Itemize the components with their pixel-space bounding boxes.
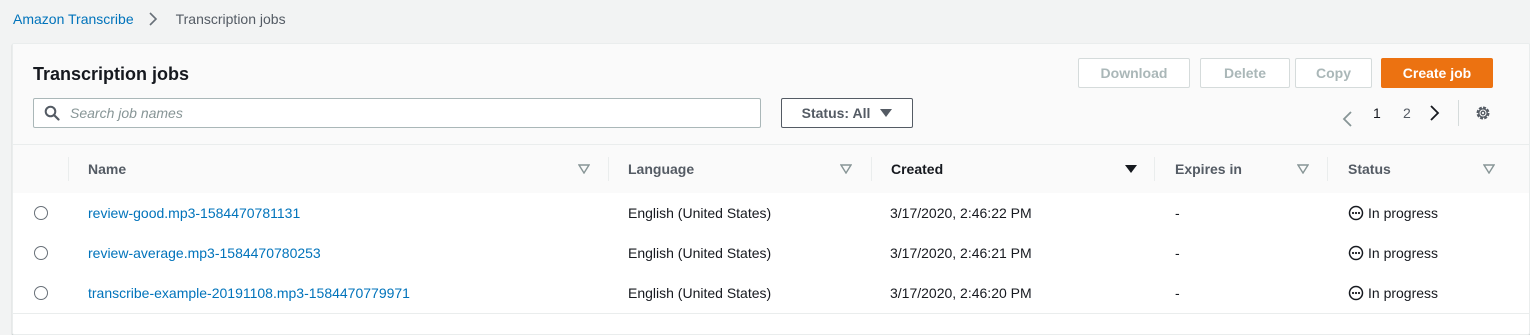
download-button[interactable]: Download [1078,58,1190,88]
sort-caret-icon [1483,164,1495,174]
job-name-link[interactable]: review-good.mp3-1584470781131 [88,193,300,233]
status-label: In progress [1368,205,1439,221]
job-language: English (United States) [628,245,772,261]
in-progress-icon [1348,245,1364,261]
column-label: Status [1348,161,1391,177]
search-icon [44,105,60,121]
column-header-language[interactable]: Language [628,145,871,193]
pager-divider [1458,100,1459,126]
delete-button[interactable]: Delete [1200,58,1290,88]
page-2-button[interactable]: 2 [1403,105,1411,121]
sort-caret-icon [1297,164,1309,174]
search-field[interactable] [33,98,761,128]
row-select-radio[interactable] [34,286,48,300]
jobs-panel: Transcription jobs Download Delete Copy … [12,43,1530,335]
row-select-radio[interactable] [34,246,48,260]
settings-gear-icon[interactable] [1474,104,1492,122]
caret-down-icon [880,109,893,117]
panel-header: Transcription jobs Download Delete Copy … [13,44,1529,145]
job-created: 3/17/2020, 2:46:20 PM [890,285,1032,301]
job-expires: - [1175,205,1180,221]
copy-button[interactable]: Copy [1295,58,1372,88]
breadcrumb: Amazon Transcribe Transcription jobs [13,10,286,28]
job-language: English (United States) [628,205,772,221]
job-status: In progress [1348,193,1438,233]
column-divider [1154,157,1155,181]
table-header: Name Language Created Expires in Status [13,145,1529,194]
page-title: Transcription jobs [33,64,190,84]
job-name-link[interactable]: review-average.mp3-1584470780253 [88,233,321,273]
column-label: Name [88,161,127,177]
column-header-expires[interactable]: Expires in [1175,145,1327,193]
column-header-name[interactable]: Name [88,145,608,193]
breadcrumb-current: Transcription jobs [175,11,286,27]
table-row[interactable]: review-average.mp3-1584470780253 English… [13,233,1529,274]
status-filter-label: Status: All [801,105,871,121]
column-divider [1327,157,1328,181]
breadcrumb-service-link[interactable]: Amazon Transcribe [13,11,134,27]
search-input[interactable] [68,104,732,122]
status-filter-dropdown[interactable]: Status: All [781,98,913,128]
column-label: Language [628,161,695,177]
job-status: In progress [1348,273,1438,313]
column-divider [68,157,69,181]
in-progress-icon [1348,205,1364,221]
job-created: 3/17/2020, 2:46:22 PM [890,205,1032,221]
job-status: In progress [1348,233,1438,273]
table-row[interactable]: review-good.mp3-1584470781131 English (U… [13,193,1529,234]
job-expires: - [1175,245,1180,261]
chevron-left-icon[interactable] [1341,104,1355,134]
table-row[interactable]: transcribe-example-20191108.mp3-15844707… [13,273,1529,314]
sort-caret-icon [840,164,852,174]
job-language: English (United States) [628,285,772,301]
job-name-link[interactable]: transcribe-example-20191108.mp3-15844707… [88,273,410,313]
chevron-right-icon [149,12,157,26]
column-header-created[interactable]: Created [891,145,1154,193]
status-label: In progress [1368,245,1439,261]
row-select-radio[interactable] [34,206,48,220]
in-progress-icon [1348,285,1364,301]
page-1-button[interactable]: 1 [1373,105,1381,121]
sort-caret-icon [1125,165,1137,173]
column-divider [871,157,872,181]
create-job-button[interactable]: Create job [1381,58,1493,88]
column-divider [608,157,609,181]
sort-caret-icon [578,164,590,174]
status-label: In progress [1368,285,1439,301]
job-created: 3/17/2020, 2:46:21 PM [890,245,1032,261]
job-expires: - [1175,285,1180,301]
column-label: Expires in [1175,161,1242,177]
column-label: Created [891,161,944,177]
chevron-right-icon[interactable] [1427,104,1441,122]
column-header-status[interactable]: Status [1348,145,1518,193]
